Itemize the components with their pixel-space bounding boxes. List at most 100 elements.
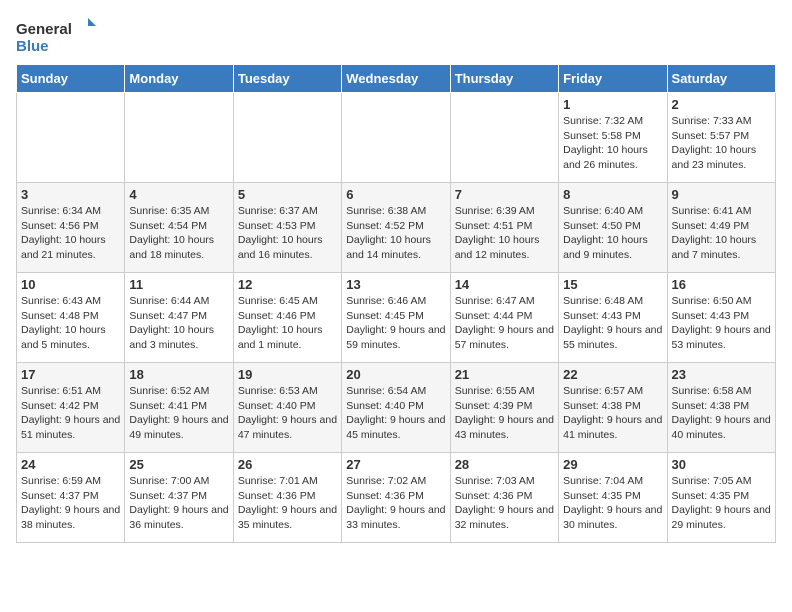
day-cell: 20 Sunrise: 6:54 AM Sunset: 4:40 PM Dayli… xyxy=(342,363,450,453)
header-day-friday: Friday xyxy=(559,65,667,93)
day-info: Sunrise: 6:52 AM Sunset: 4:41 PM Dayligh… xyxy=(129,384,228,443)
header-day-tuesday: Tuesday xyxy=(233,65,341,93)
day-cell: 6 Sunrise: 6:38 AM Sunset: 4:52 PM Daylig… xyxy=(342,183,450,273)
svg-text:General: General xyxy=(16,21,72,38)
day-info: Sunrise: 7:03 AM Sunset: 4:36 PM Dayligh… xyxy=(455,474,554,533)
day-number: 18 xyxy=(129,367,228,382)
logo: GeneralBlue xyxy=(16,16,96,56)
day-number: 20 xyxy=(346,367,445,382)
week-row-0: 1Sunrise: 7:32 AM Sunset: 5:58 PM Daylig… xyxy=(17,93,776,183)
day-cell: 9 Sunrise: 6:41 AM Sunset: 4:49 PM Daylig… xyxy=(667,183,775,273)
day-info: Sunrise: 7:04 AM Sunset: 4:35 PM Dayligh… xyxy=(563,474,662,533)
day-number: 9 xyxy=(672,187,771,202)
day-number: 29 xyxy=(563,457,662,472)
calendar-body: 1Sunrise: 7:32 AM Sunset: 5:58 PM Daylig… xyxy=(17,93,776,543)
day-cell: 21 Sunrise: 6:55 AM Sunset: 4:39 PM Dayli… xyxy=(450,363,558,453)
day-number: 3 xyxy=(21,187,120,202)
day-number: 4 xyxy=(129,187,228,202)
day-cell: 1Sunrise: 7:32 AM Sunset: 5:58 PM Daylig… xyxy=(559,93,667,183)
day-cell: 18 Sunrise: 6:52 AM Sunset: 4:41 PM Dayli… xyxy=(125,363,233,453)
day-info: Sunrise: 6:55 AM Sunset: 4:39 PM Dayligh… xyxy=(455,384,554,443)
day-cell: 11Sunrise: 6:44 AM Sunset: 4:47 PM Dayli… xyxy=(125,273,233,363)
day-info: Sunrise: 6:44 AM Sunset: 4:47 PM Dayligh… xyxy=(129,294,228,353)
day-number: 28 xyxy=(455,457,554,472)
day-cell: 19 Sunrise: 6:53 AM Sunset: 4:40 PM Dayli… xyxy=(233,363,341,453)
calendar-header: SundayMondayTuesdayWednesdayThursdayFrid… xyxy=(17,65,776,93)
day-number: 2 xyxy=(672,97,771,112)
day-number: 23 xyxy=(672,367,771,382)
day-number: 21 xyxy=(455,367,554,382)
day-cell xyxy=(233,93,341,183)
header-day-wednesday: Wednesday xyxy=(342,65,450,93)
day-number: 10 xyxy=(21,277,120,292)
logo-svg: GeneralBlue xyxy=(16,16,96,56)
day-cell: 5 Sunrise: 6:37 AM Sunset: 4:53 PM Daylig… xyxy=(233,183,341,273)
day-cell xyxy=(17,93,125,183)
day-number: 15 xyxy=(563,277,662,292)
day-info: Sunrise: 7:32 AM Sunset: 5:58 PM Dayligh… xyxy=(563,114,662,173)
day-info: Sunrise: 6:53 AM Sunset: 4:40 PM Dayligh… xyxy=(238,384,337,443)
day-cell: 23 Sunrise: 6:58 AM Sunset: 4:38 PM Dayli… xyxy=(667,363,775,453)
day-number: 16 xyxy=(672,277,771,292)
week-row-1: 3 Sunrise: 6:34 AM Sunset: 4:56 PM Daylig… xyxy=(17,183,776,273)
day-cell: 13Sunrise: 6:46 AM Sunset: 4:45 PM Dayli… xyxy=(342,273,450,363)
day-info: Sunrise: 6:59 AM Sunset: 4:37 PM Dayligh… xyxy=(21,474,120,533)
day-info: Sunrise: 6:46 AM Sunset: 4:45 PM Dayligh… xyxy=(346,294,445,353)
day-info: Sunrise: 6:34 AM Sunset: 4:56 PM Dayligh… xyxy=(21,204,120,263)
header: GeneralBlue xyxy=(16,16,776,56)
day-info: Sunrise: 6:48 AM Sunset: 4:43 PM Dayligh… xyxy=(563,294,662,353)
day-cell: 16 Sunrise: 6:50 AM Sunset: 4:43 PM Dayli… xyxy=(667,273,775,363)
day-number: 30 xyxy=(672,457,771,472)
day-number: 22 xyxy=(563,367,662,382)
day-info: Sunrise: 6:38 AM Sunset: 4:52 PM Dayligh… xyxy=(346,204,445,263)
day-number: 24 xyxy=(21,457,120,472)
day-cell: 2 Sunrise: 7:33 AM Sunset: 5:57 PM Daylig… xyxy=(667,93,775,183)
week-row-3: 17Sunrise: 6:51 AM Sunset: 4:42 PM Dayli… xyxy=(17,363,776,453)
day-cell: 25Sunrise: 7:00 AM Sunset: 4:37 PM Dayli… xyxy=(125,453,233,543)
day-number: 12 xyxy=(238,277,337,292)
day-number: 8 xyxy=(563,187,662,202)
day-info: Sunrise: 6:57 AM Sunset: 4:38 PM Dayligh… xyxy=(563,384,662,443)
day-info: Sunrise: 7:05 AM Sunset: 4:35 PM Dayligh… xyxy=(672,474,771,533)
day-number: 26 xyxy=(238,457,337,472)
day-info: Sunrise: 6:54 AM Sunset: 4:40 PM Dayligh… xyxy=(346,384,445,443)
day-number: 19 xyxy=(238,367,337,382)
day-cell: 29 Sunrise: 7:04 AM Sunset: 4:35 PM Dayli… xyxy=(559,453,667,543)
week-row-2: 10Sunrise: 6:43 AM Sunset: 4:48 PM Dayli… xyxy=(17,273,776,363)
calendar-table: SundayMondayTuesdayWednesdayThursdayFrid… xyxy=(16,64,776,543)
day-cell: 17Sunrise: 6:51 AM Sunset: 4:42 PM Dayli… xyxy=(17,363,125,453)
week-row-4: 24 Sunrise: 6:59 AM Sunset: 4:37 PM Dayli… xyxy=(17,453,776,543)
header-day-thursday: Thursday xyxy=(450,65,558,93)
header-row: SundayMondayTuesdayWednesdayThursdayFrid… xyxy=(17,65,776,93)
day-info: Sunrise: 6:51 AM Sunset: 4:42 PM Dayligh… xyxy=(21,384,120,443)
day-number: 6 xyxy=(346,187,445,202)
day-cell: 10Sunrise: 6:43 AM Sunset: 4:48 PM Dayli… xyxy=(17,273,125,363)
day-info: Sunrise: 7:01 AM Sunset: 4:36 PM Dayligh… xyxy=(238,474,337,533)
day-cell xyxy=(125,93,233,183)
day-cell: 14Sunrise: 6:47 AM Sunset: 4:44 PM Dayli… xyxy=(450,273,558,363)
day-cell: 15 Sunrise: 6:48 AM Sunset: 4:43 PM Dayli… xyxy=(559,273,667,363)
day-number: 27 xyxy=(346,457,445,472)
day-cell: 12 Sunrise: 6:45 AM Sunset: 4:46 PM Dayli… xyxy=(233,273,341,363)
day-number: 7 xyxy=(455,187,554,202)
day-info: Sunrise: 6:50 AM Sunset: 4:43 PM Dayligh… xyxy=(672,294,771,353)
header-day-saturday: Saturday xyxy=(667,65,775,93)
day-info: Sunrise: 6:39 AM Sunset: 4:51 PM Dayligh… xyxy=(455,204,554,263)
header-day-sunday: Sunday xyxy=(17,65,125,93)
day-info: Sunrise: 6:41 AM Sunset: 4:49 PM Dayligh… xyxy=(672,204,771,263)
day-info: Sunrise: 6:45 AM Sunset: 4:46 PM Dayligh… xyxy=(238,294,337,353)
day-info: Sunrise: 6:35 AM Sunset: 4:54 PM Dayligh… xyxy=(129,204,228,263)
day-info: Sunrise: 7:00 AM Sunset: 4:37 PM Dayligh… xyxy=(129,474,228,533)
day-info: Sunrise: 6:37 AM Sunset: 4:53 PM Dayligh… xyxy=(238,204,337,263)
day-cell: 27Sunrise: 7:02 AM Sunset: 4:36 PM Dayli… xyxy=(342,453,450,543)
header-day-monday: Monday xyxy=(125,65,233,93)
day-cell: 7 Sunrise: 6:39 AM Sunset: 4:51 PM Daylig… xyxy=(450,183,558,273)
day-info: Sunrise: 6:58 AM Sunset: 4:38 PM Dayligh… xyxy=(672,384,771,443)
day-cell xyxy=(342,93,450,183)
svg-text:Blue: Blue xyxy=(16,38,49,55)
day-cell: 30 Sunrise: 7:05 AM Sunset: 4:35 PM Dayli… xyxy=(667,453,775,543)
day-info: Sunrise: 7:33 AM Sunset: 5:57 PM Dayligh… xyxy=(672,114,771,173)
day-cell xyxy=(450,93,558,183)
day-number: 5 xyxy=(238,187,337,202)
day-cell: 22 Sunrise: 6:57 AM Sunset: 4:38 PM Dayli… xyxy=(559,363,667,453)
